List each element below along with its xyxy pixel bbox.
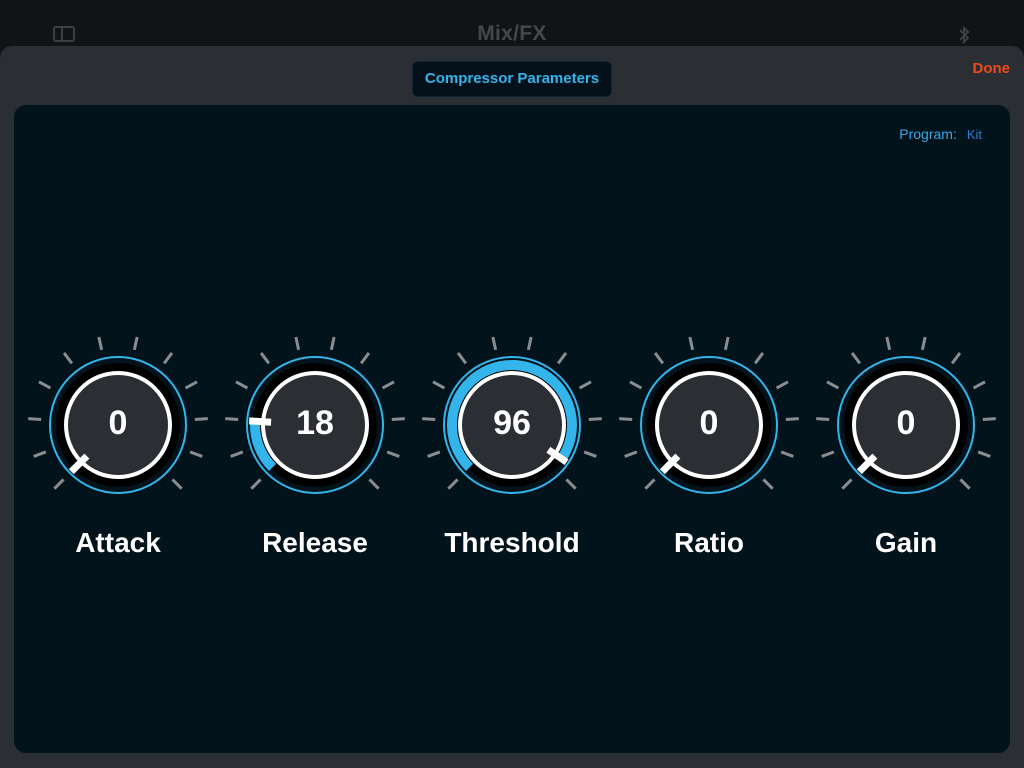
attack-scale-tick (189, 450, 203, 458)
window-title: Mix/FX (477, 22, 547, 45)
attack-scale-tick (38, 380, 52, 390)
ratio-knob[interactable]: 0 (619, 335, 799, 515)
attack-label: Attack (75, 527, 161, 558)
sheet-header: Compressor Parameters (412, 61, 612, 97)
threshold-scale-tick (578, 380, 592, 390)
done-button[interactable]: Done (973, 60, 1011, 77)
ratio-scale-tick (688, 336, 695, 351)
threshold-scale-tick (491, 336, 498, 351)
gain-label: Gain (874, 527, 938, 558)
ratio-scale-tick (653, 352, 665, 365)
compressor-sheet: Compressor Parameters Done Program: Kit 0… (0, 46, 1024, 768)
ratio-scale-tick (762, 478, 774, 490)
gain-scale-tick (920, 336, 927, 351)
ratio-scale-tick (644, 478, 656, 490)
attack-scale-tick (132, 336, 139, 351)
program-label: Program: (899, 126, 957, 142)
release-scale-tick (359, 352, 371, 365)
ratio-scale-tick (624, 450, 638, 458)
release-scale-tick (294, 336, 301, 351)
gain-scale-tick (821, 450, 835, 458)
gain-scale-tick (950, 352, 962, 365)
ratio-value: 0 (699, 404, 719, 442)
knob-panel: Program: Kit 0 Attack 18 Release 96 Thres… (14, 105, 1010, 753)
release-scale-tick (235, 380, 249, 390)
threshold-scale-tick (432, 380, 446, 390)
release-scale-tick (381, 380, 395, 390)
ratio-scale-tick (753, 352, 765, 365)
threshold-scale-tick (447, 478, 459, 490)
release-label: Release (262, 527, 368, 558)
title-bar: Mix/FX (0, 0, 1024, 46)
gain-knob[interactable]: 0 (816, 335, 996, 515)
threshold-scale-tick (427, 450, 441, 458)
attack-scale-tick (162, 352, 174, 365)
gain-scale-tick (850, 352, 862, 365)
threshold-scale-tick (583, 450, 597, 458)
attack-scale-tick (53, 478, 65, 490)
attack-scale-tick (62, 352, 74, 365)
threshold-scale-tick (526, 336, 533, 351)
release-scale-tick (250, 478, 262, 490)
attack-scale-tick (171, 478, 183, 490)
attack-value: 0 (108, 404, 128, 442)
ratio-scale-tick (629, 380, 643, 390)
threshold-scale-tick (556, 352, 568, 365)
threshold-scale-tick (565, 478, 577, 490)
release-scale-tick (368, 478, 380, 490)
threshold-label: Threshold (444, 527, 580, 558)
release-scale-tick (329, 336, 336, 351)
gain-scale-tick (885, 336, 892, 351)
release-value: 18 (296, 404, 334, 442)
bluetooth-icon (959, 25, 970, 45)
gain-scale-tick (959, 478, 971, 490)
gain-scale-tick (977, 450, 991, 458)
ratio-scale-tick (780, 450, 794, 458)
gain-scale-tick (972, 380, 986, 390)
program-value[interactable]: Kit (967, 127, 982, 142)
release-knob[interactable]: 18 (225, 335, 405, 515)
attack-knob[interactable]: 0 (28, 335, 208, 515)
release-scale-tick (230, 450, 244, 458)
release-scale-tick (386, 450, 400, 458)
threshold-knob[interactable]: 96 (422, 335, 602, 515)
ratio-scale-tick (723, 336, 730, 351)
release-scale-tick (259, 352, 271, 365)
program-selector[interactable]: Program: Kit (899, 126, 982, 142)
ratio-label: Ratio (674, 527, 744, 558)
ratio-scale-tick (775, 380, 789, 390)
threshold-scale-tick (456, 352, 468, 365)
attack-scale-tick (33, 450, 47, 458)
gain-scale-tick (826, 380, 840, 390)
gain-value: 0 (896, 404, 916, 442)
attack-scale-tick (97, 336, 104, 351)
attack-scale-tick (184, 380, 198, 390)
gain-scale-tick (841, 478, 853, 490)
threshold-value: 96 (493, 404, 531, 442)
